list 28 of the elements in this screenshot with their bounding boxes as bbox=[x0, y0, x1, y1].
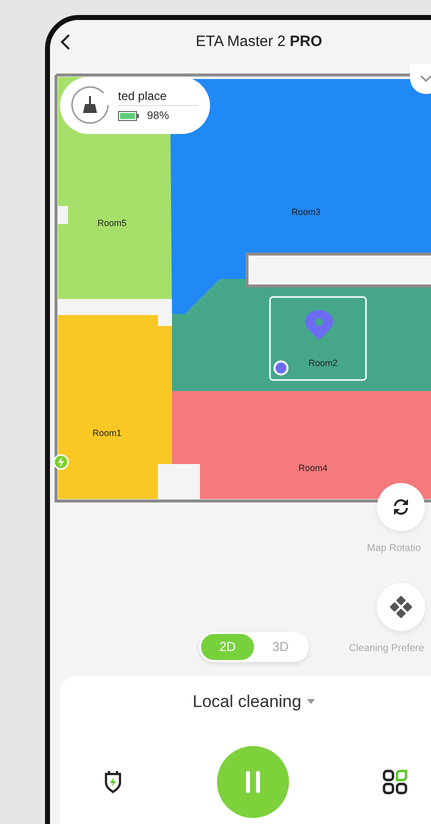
room-label: Room2 bbox=[308, 358, 338, 368]
dock-button[interactable] bbox=[103, 770, 123, 794]
screen-title: ETA Master 2 PRO bbox=[196, 33, 322, 50]
room-label: Room5 bbox=[98, 218, 126, 228]
charging-dock-icon bbox=[53, 454, 69, 470]
button-caption: Map Rotatio bbox=[367, 542, 421, 554]
grid-icon bbox=[382, 768, 408, 795]
chevron-down-icon bbox=[420, 74, 431, 83]
rotate-icon bbox=[391, 498, 411, 516]
device-card[interactable]: ted place 98% bbox=[60, 76, 210, 134]
device-name: ted place bbox=[118, 88, 198, 106]
caret-icon bbox=[307, 699, 316, 704]
cleaning-zone[interactable] bbox=[269, 296, 367, 380]
robot-marker bbox=[274, 360, 288, 376]
back-icon[interactable] bbox=[60, 34, 72, 50]
room-label: Room3 bbox=[292, 206, 320, 217]
cleaning-mode-dropdown[interactable]: Local cleaning bbox=[192, 692, 316, 712]
diamonds-icon bbox=[390, 596, 412, 618]
pause-icon bbox=[246, 770, 260, 793]
location-pin-icon bbox=[305, 310, 333, 340]
shield-bolt-icon bbox=[103, 770, 123, 794]
battery-icon bbox=[118, 110, 139, 121]
button-caption: Cleaning Prefere bbox=[349, 642, 424, 654]
battery-percent: 98% bbox=[147, 110, 170, 122]
rooms-button[interactable] bbox=[382, 768, 408, 795]
broom-icon bbox=[70, 85, 110, 126]
room-label: Room4 bbox=[298, 462, 328, 473]
room-label: Room1 bbox=[92, 428, 122, 438]
